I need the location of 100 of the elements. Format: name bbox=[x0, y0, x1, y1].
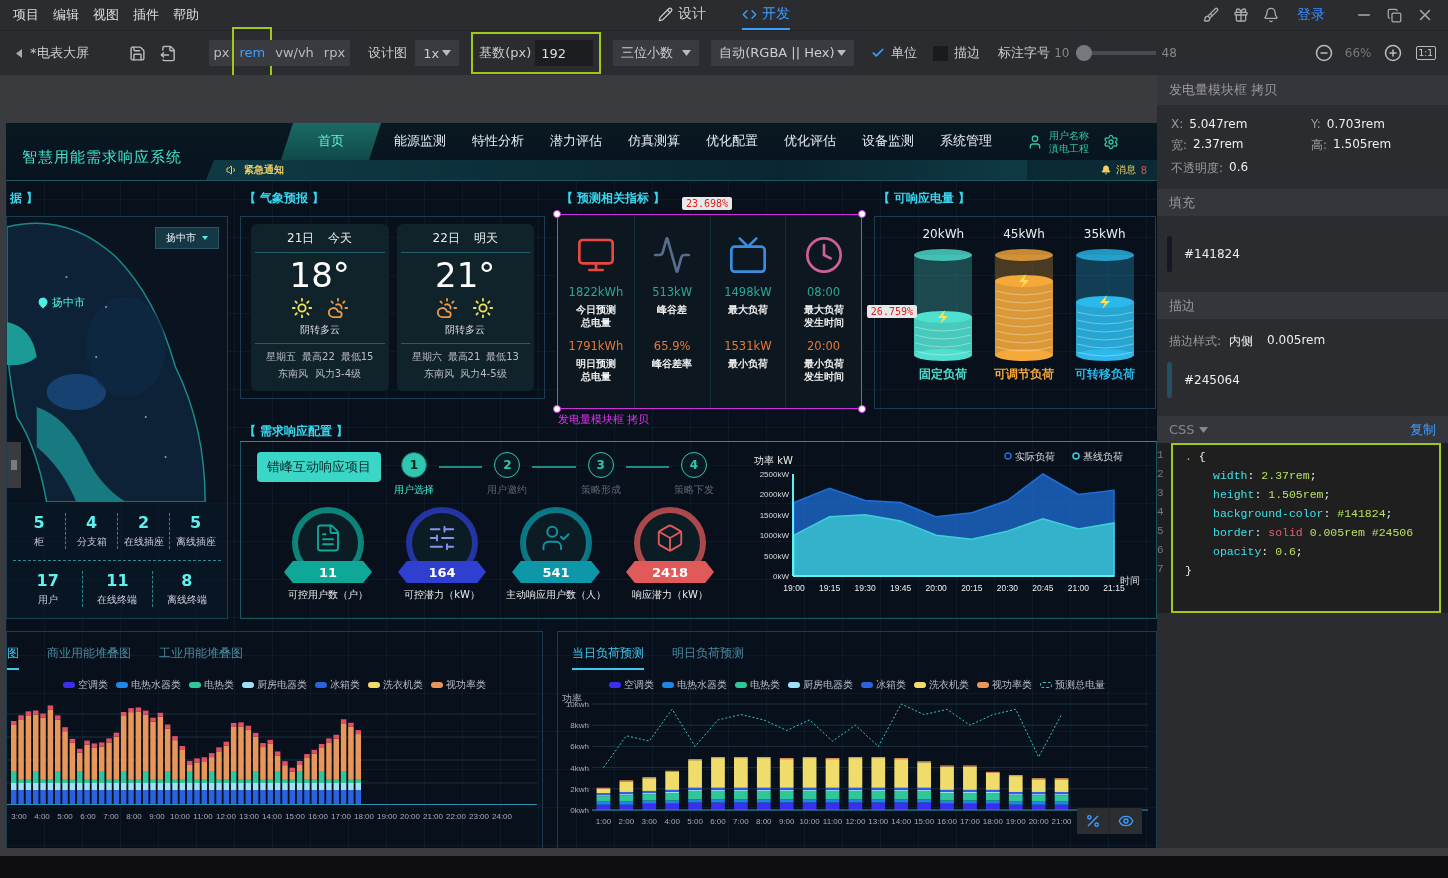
tick-label: 12:00 bbox=[216, 812, 236, 821]
weather-day: 明天 bbox=[473, 230, 498, 247]
tick-label: 10:00 bbox=[170, 812, 190, 821]
high-temp: 最高21 bbox=[447, 350, 481, 364]
tick-label: 12:00 bbox=[845, 817, 866, 826]
prop-label: 不透明度: bbox=[1171, 160, 1224, 177]
tick-label: 4kwh bbox=[570, 763, 589, 773]
indicator-label: 最小负荷发生时间 bbox=[802, 357, 845, 383]
tick-label: 4:00 bbox=[34, 812, 50, 821]
indicator-value: 20:00 bbox=[807, 339, 841, 353]
tick-label: 8kwh bbox=[570, 721, 589, 731]
notice-text: 紧急通知 bbox=[244, 163, 284, 177]
wind: 东南风 风力3-4级 bbox=[278, 367, 362, 381]
indicator-label: 峰谷差率 bbox=[651, 357, 694, 371]
weather-day: 今天 bbox=[328, 230, 353, 247]
low-temp: 最低15 bbox=[340, 350, 374, 364]
line-number: 4 bbox=[1157, 505, 1165, 520]
legend-label: 电热类 bbox=[750, 678, 780, 692]
height-badge: 26.759% bbox=[866, 305, 917, 318]
step-label: 用户邀约 bbox=[487, 483, 528, 497]
gauge-label: 可控用户数（户） bbox=[288, 588, 368, 602]
indicator-value: 65.9% bbox=[653, 339, 691, 353]
tick-label: 21:00 bbox=[1051, 817, 1072, 826]
low-temp: 最低13 bbox=[486, 350, 519, 364]
indicator-label: 最大负荷 bbox=[726, 303, 769, 317]
indicator-label: 峰谷差 bbox=[656, 303, 689, 317]
step-label: 策略形成 bbox=[580, 483, 621, 497]
stat-value: 11 bbox=[106, 571, 129, 591]
prop-value: 0.005rem bbox=[1267, 333, 1326, 349]
tick-label: 18:00 bbox=[982, 817, 1003, 826]
capacity-label: 可调节负荷 bbox=[994, 367, 1054, 382]
legend-label: 厨房电器类 bbox=[803, 678, 853, 692]
stat-value: 2 bbox=[137, 512, 150, 532]
tick-label: 11:00 bbox=[822, 817, 843, 826]
tick-label: 1:00 bbox=[595, 817, 612, 826]
section-title: 描边 bbox=[1169, 296, 1195, 315]
weather-date: 21日 bbox=[287, 230, 315, 247]
indicator-label: 最小负荷 bbox=[726, 357, 769, 371]
tick-label: 20:45 bbox=[1032, 583, 1054, 593]
tick-label: 0kwh bbox=[570, 806, 589, 815]
axis-title: 时间 bbox=[1120, 575, 1140, 586]
legend-label: 洗衣机类 bbox=[929, 678, 969, 692]
legend-label: 空调类 bbox=[78, 678, 108, 692]
axis-title: 功率 kW bbox=[754, 455, 793, 466]
tick-label: 22:00 bbox=[446, 812, 466, 821]
message-count: 8 bbox=[1140, 164, 1147, 176]
indicator-label: 最大负荷发生时间 bbox=[802, 303, 845, 329]
tick-label: 20:15 bbox=[961, 583, 983, 593]
stat-label: 分支箱 bbox=[76, 534, 107, 549]
legend-label: 冰箱类 bbox=[876, 678, 906, 692]
weather-desc: 阴转多云 bbox=[255, 323, 385, 344]
prop-value: 内侧 bbox=[1229, 333, 1254, 350]
prop-value: 0.6 bbox=[1229, 160, 1249, 176]
legend-label: 视功率类 bbox=[446, 678, 486, 692]
slider-min: 10 bbox=[1054, 46, 1070, 60]
tick-label: 8:00 bbox=[126, 812, 142, 821]
stat-value: 5 bbox=[33, 512, 45, 532]
stat-label: 离线插座 bbox=[175, 534, 216, 549]
gauge-label: 响应潜力（kW） bbox=[632, 588, 708, 602]
value-pill: 164 bbox=[398, 561, 486, 583]
line-number: 6 bbox=[1157, 543, 1165, 558]
tick-label: 16:00 bbox=[937, 817, 958, 826]
tick-label: 14:00 bbox=[262, 812, 282, 821]
weather-date: 22日 bbox=[432, 230, 460, 247]
value-pill: 2418 bbox=[626, 561, 714, 583]
section-title: 填充 bbox=[1169, 193, 1195, 212]
panel-title: 【 预测相关指标 】 bbox=[560, 190, 666, 207]
legend-label: 基线负荷 bbox=[1083, 451, 1123, 462]
legend-label: 电热水器类 bbox=[131, 678, 181, 692]
tick-label: 19:15 bbox=[818, 583, 841, 593]
panel-title: 【 气象预报 】 bbox=[243, 190, 325, 207]
system-title: 智慧用能需求响应系统 bbox=[21, 147, 183, 168]
font-size-label: 标注字号 bbox=[998, 44, 1051, 62]
color-value: #141824 bbox=[1184, 247, 1240, 261]
tick-label: 24:00 bbox=[492, 812, 512, 821]
line-number: 7 bbox=[1157, 562, 1165, 577]
tick-label: 15:00 bbox=[914, 817, 935, 826]
tick-label: 20:00 bbox=[925, 583, 947, 593]
tick-label: 20:00 bbox=[1028, 817, 1049, 826]
tick-label: 14:00 bbox=[891, 817, 912, 826]
tick-label: 21:00 bbox=[423, 812, 443, 821]
capacity-label: 可转移负荷 bbox=[1074, 367, 1135, 382]
tick-label: 9:00 bbox=[778, 817, 795, 826]
legend-label: 电热水器类 bbox=[677, 678, 727, 692]
slider-max: 48 bbox=[1161, 46, 1177, 60]
section-title: CSS bbox=[1169, 422, 1195, 437]
tick-label: 1000kW bbox=[759, 531, 789, 541]
tick-label: 2kwh bbox=[570, 784, 589, 794]
tick-label: 17:00 bbox=[959, 817, 980, 826]
file-name: *电表大屏 bbox=[30, 44, 89, 62]
tick-label: 21:15 bbox=[1103, 583, 1125, 593]
tick-label: 19:45 bbox=[890, 583, 912, 593]
tick-label: 2000kW bbox=[759, 490, 789, 500]
indicator-value: 1791kWh bbox=[568, 339, 624, 353]
legend-label: 电热类 bbox=[204, 678, 234, 692]
tick-label: 7:00 bbox=[733, 817, 749, 826]
capacity-label: 固定负荷 bbox=[919, 367, 968, 382]
step-label: 用户选择 bbox=[394, 483, 434, 497]
stat-label: 在线终端 bbox=[97, 593, 138, 608]
tick-label: 19:00 bbox=[1005, 817, 1026, 826]
